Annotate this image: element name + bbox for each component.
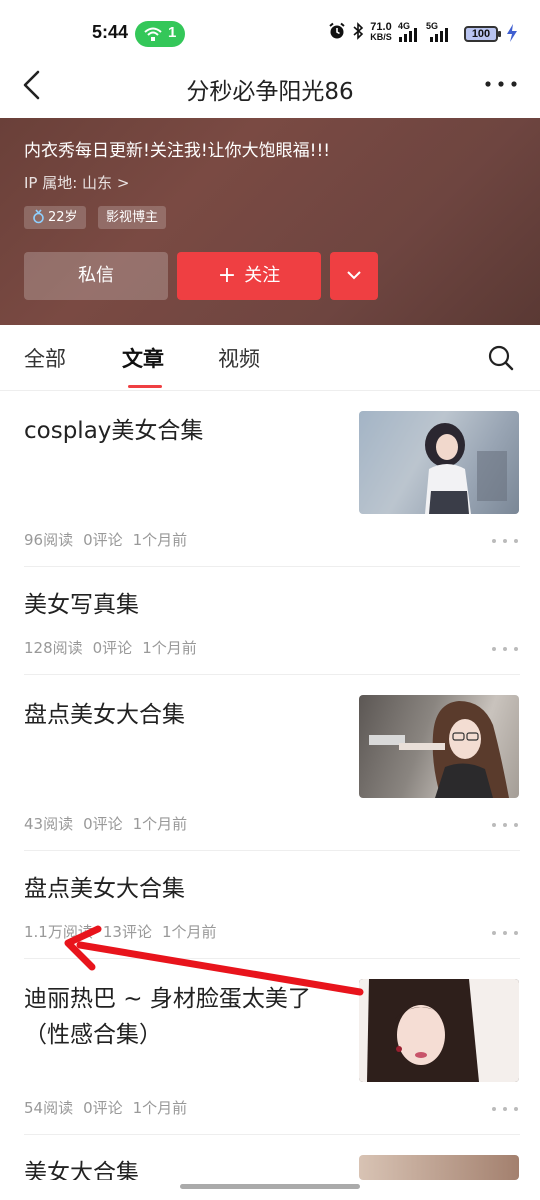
follow-button[interactable]: + 关注 (177, 252, 321, 300)
charging-icon (507, 24, 517, 42)
wifi-icon (144, 27, 162, 41)
read-count: 128阅读 (24, 639, 83, 657)
message-button[interactable]: 私信 (24, 252, 168, 300)
status-bar: 5:44 1 71.0 KB/S 4G 5G 100 (0, 0, 540, 70)
hotspot-count: 1 (168, 24, 177, 41)
ip-location-link[interactable]: IP 属地: 山东 > (24, 172, 129, 193)
article-title[interactable]: 美女大合集 (24, 1155, 139, 1180)
article-thumbnail[interactable] (359, 695, 519, 798)
content-tabs: 全部 文章 视频 (0, 325, 540, 391)
more-options-icon[interactable] (492, 929, 518, 937)
more-options-icon[interactable] (492, 537, 518, 545)
article-stats: 54阅读 0评论 1个月前 (24, 1097, 197, 1118)
tab-all[interactable]: 全部 (24, 343, 66, 373)
status-time: 5:44 (92, 22, 129, 42)
list-item[interactable]: 美女写真集 128阅读 0评论 1个月前 (0, 567, 540, 675)
article-title[interactable]: 盘点美女大合集 (24, 871, 185, 907)
publish-time: 1个月前 (142, 639, 197, 657)
article-thumbnail[interactable] (359, 1155, 519, 1180)
article-thumbnail[interactable] (359, 411, 519, 514)
read-count: 96阅读 (24, 531, 74, 549)
search-icon[interactable] (488, 345, 514, 371)
alarm-icon (329, 22, 345, 39)
active-tab-indicator (128, 385, 162, 388)
cosplay-photo-image (359, 411, 519, 514)
gender-icon (33, 209, 44, 224)
list-item[interactable]: cosplay美女合集 96阅读 0评论 1个月前 (0, 391, 540, 567)
battery-indicator: 100 (464, 26, 501, 42)
portrait-photo-image (359, 979, 519, 1082)
tab-articles[interactable]: 文章 (122, 343, 164, 373)
net-speed: 71.0 KB/S (370, 21, 392, 42)
category-tag: 影视博主 (98, 206, 167, 229)
article-stats: 128阅读 0评论 1个月前 (24, 637, 207, 658)
more-options-icon[interactable] (492, 645, 518, 653)
signal-bars-icon (430, 28, 448, 42)
status-icons: 71.0 KB/S 4G 5G 100 (328, 22, 528, 46)
read-count: 43阅读 (24, 815, 74, 833)
article-title[interactable]: 美女写真集 (24, 587, 139, 623)
signal-4g: 4G (398, 22, 422, 42)
article-thumbnail[interactable] (359, 979, 519, 1082)
article-stats: 43阅读 0评论 1个月前 (24, 813, 197, 834)
tab-videos[interactable]: 视频 (218, 343, 260, 373)
article-stats: 96阅读 0评论 1个月前 (24, 529, 197, 550)
hotspot-indicator: 1 (135, 21, 185, 47)
bluetooth-icon (353, 22, 364, 40)
publish-time: 1个月前 (132, 1099, 188, 1117)
list-item[interactable]: 美女大合集 (0, 1135, 540, 1180)
more-options-icon[interactable] (492, 821, 518, 829)
page-title: 分秒必争阳光86 (186, 79, 354, 105)
more-options-icon[interactable] (484, 72, 518, 96)
annotation-arrow-icon (64, 925, 364, 996)
signal-bars-icon (399, 28, 417, 42)
publish-time: 1个月前 (132, 815, 188, 833)
read-count: 54阅读 (24, 1099, 74, 1117)
nav-bar: 分秒必争阳光86 (0, 70, 540, 118)
publish-time: 1个月前 (132, 531, 188, 549)
comment-count: 0评论 (83, 815, 123, 833)
more-options-icon[interactable] (492, 1105, 518, 1113)
article-title[interactable]: cosplay美女合集 (24, 413, 203, 449)
portrait-photo-image (369, 701, 509, 798)
list-item[interactable]: 盘点美女大合集 43阅读 0评论 1个月前 (0, 675, 540, 851)
article-title[interactable]: 盘点美女大合集 (24, 697, 185, 733)
comment-count: 0评论 (83, 1099, 123, 1117)
profile-banner: 内衣秀每日更新!关注我!让你大饱眼福!!! IP 属地: 山东 > 22岁 影视… (0, 118, 540, 325)
profile-bio: 内衣秀每日更新!关注我!让你大饱眼福!!! (24, 141, 331, 161)
plus-icon: + (217, 263, 237, 288)
recommend-dropdown-button[interactable] (330, 252, 378, 300)
home-indicator[interactable] (180, 1184, 360, 1189)
age-tag: 22岁 (24, 206, 86, 229)
chevron-down-icon (347, 271, 361, 280)
comment-count: 0评论 (92, 639, 133, 657)
signal-5g: 5G (426, 22, 454, 42)
comment-count: 0评论 (83, 531, 123, 549)
